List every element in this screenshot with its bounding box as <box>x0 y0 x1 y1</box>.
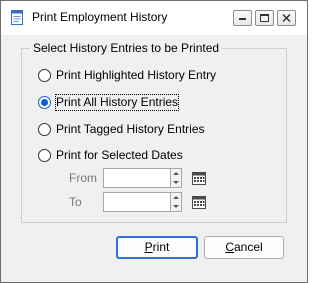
window-title: Print Employment History <box>32 10 168 24</box>
radio-label: Print All History Entries <box>54 94 180 111</box>
print-button[interactable]: Print <box>116 236 198 259</box>
to-label: To <box>69 195 82 209</box>
cancel-button[interactable]: Cancel <box>204 236 284 259</box>
calendar-icon[interactable] <box>191 170 207 186</box>
spin-down-icon[interactable] <box>171 178 181 187</box>
print-employment-history-dialog: Print Employment History Select History … <box>0 0 308 283</box>
document-icon <box>11 10 23 25</box>
radio-button[interactable] <box>38 149 51 162</box>
spin-up-icon[interactable] <box>171 169 181 178</box>
spin-down-icon[interactable] <box>171 202 181 211</box>
close-button[interactable] <box>277 10 296 26</box>
to-date-input[interactable] <box>103 192 171 212</box>
cancel-label: ancel <box>233 240 263 254</box>
from-label: From <box>69 171 97 185</box>
radio-button[interactable] <box>38 96 51 109</box>
cancel-mnemonic: C <box>225 240 234 254</box>
spin-up-icon[interactable] <box>171 193 181 202</box>
radio-label: Print for Selected Dates <box>56 148 183 162</box>
radio-button[interactable] <box>38 69 51 82</box>
maximize-button[interactable] <box>255 10 274 26</box>
from-date-spinner[interactable] <box>170 168 182 188</box>
print-mnemonic: P <box>144 240 153 254</box>
radio-label: Print Highlighted History Entry <box>56 68 217 82</box>
calendar-icon[interactable] <box>191 194 207 210</box>
close-icon <box>282 13 291 23</box>
from-date-input[interactable] <box>103 168 171 188</box>
radio-button[interactable] <box>38 123 51 136</box>
minimize-button[interactable] <box>233 10 252 26</box>
title-bar[interactable]: Print Employment History <box>1 1 307 35</box>
minimize-icon <box>239 18 246 20</box>
to-date-spinner[interactable] <box>170 192 182 212</box>
group-legend: Select History Entries to be Printed <box>30 41 223 55</box>
print-label: rint <box>152 240 170 254</box>
maximize-icon <box>260 14 269 22</box>
radio-label: Print Tagged History Entries <box>56 122 205 136</box>
